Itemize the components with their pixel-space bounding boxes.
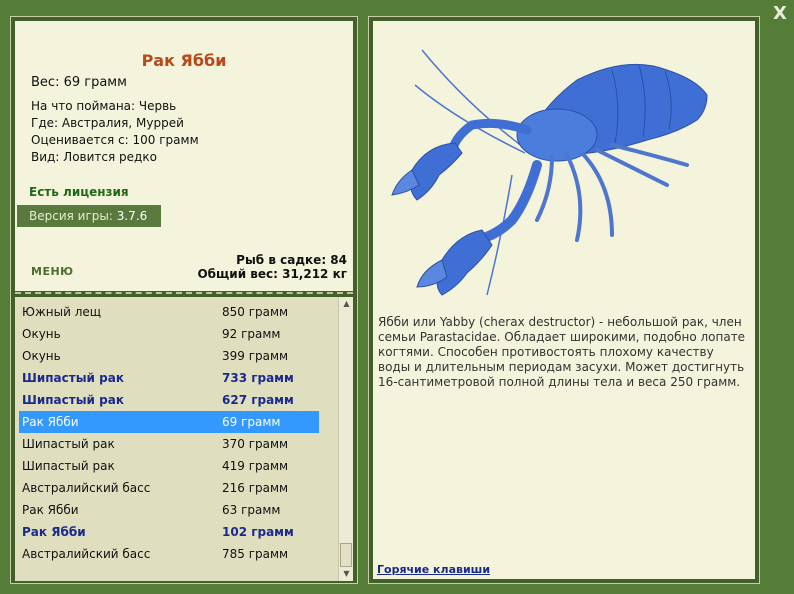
fish-count: Рыб в садке: 84 — [236, 253, 347, 267]
list-item[interactable]: Шипастый рак 370 грамм — [19, 433, 319, 455]
menu-button[interactable]: МЕНЮ — [31, 265, 74, 278]
list-item[interactable]: Австралийский басс 785 грамм — [19, 543, 319, 565]
section-divider — [15, 292, 353, 294]
fish-title: Рак Ябби — [141, 51, 227, 70]
list-item-name: Шипастый рак — [22, 393, 124, 407]
version-value: 3.7.6 — [116, 209, 148, 223]
list-item-weight: 627 грамм — [222, 393, 294, 407]
list-item-name: Рак Ябби — [22, 525, 86, 539]
list-item-name: Шипастый рак — [22, 459, 115, 473]
catch-bait: На что поймана: Червь — [31, 99, 177, 113]
list-item-name: Рак Ябби — [22, 415, 79, 429]
list-item[interactable]: Рак Ябби 69 грамм — [19, 411, 319, 433]
version-label: Версия игры: — [29, 209, 113, 223]
list-item-weight: 399 грамм — [222, 349, 289, 363]
scroll-down-arrow-icon[interactable]: ▼ — [339, 567, 353, 581]
scrollbar-thumb[interactable] — [340, 543, 352, 567]
list-item[interactable]: Южный лещ 850 грамм — [19, 301, 319, 323]
list-item-weight: 370 грамм — [222, 437, 289, 451]
list-item-weight: 69 грамм — [222, 415, 281, 429]
list-item-name: Окунь — [22, 349, 61, 363]
list-item-weight: 216 грамм — [222, 481, 289, 495]
fish-weight: Вес: 69 грамм — [31, 75, 127, 90]
blue-yabby-crayfish-image — [391, 49, 708, 296]
list-item[interactable]: Окунь 92 грамм — [19, 323, 319, 345]
keepnet-stats: Рыб в садке: 84 Общий вес: 31,212 кг — [197, 253, 347, 281]
list-item-name: Шипастый рак — [22, 437, 115, 451]
list-item-weight: 850 грамм — [222, 305, 289, 319]
total-weight: Общий вес: 31,212 кг — [197, 267, 347, 281]
list-item-weight: 733 грамм — [222, 371, 294, 385]
list-item-name: Рак Ябби — [22, 503, 79, 517]
list-item-name: Окунь — [22, 327, 61, 341]
list-item-name: Южный лещ — [22, 305, 102, 319]
license-status: Есть лицензия — [29, 185, 129, 199]
catch-value-threshold: Оценивается с: 100 грамм — [31, 133, 199, 147]
close-icon[interactable]: X — [773, 3, 787, 24]
list-item[interactable]: Окунь 399 грамм — [19, 345, 319, 367]
list-item[interactable]: Рак Ябби 63 грамм — [19, 499, 319, 521]
list-item[interactable]: Шипастый рак 627 грамм — [19, 389, 319, 411]
hotkeys-link[interactable]: Горячие клавиши — [377, 563, 490, 576]
game-version: Версия игры: 3.7.6 — [17, 205, 161, 227]
list-item-weight: 63 грамм — [222, 503, 281, 517]
scroll-up-arrow-icon[interactable]: ▲ — [339, 297, 353, 311]
species-description: Ябби или Yabby (cherax destructor) - неб… — [378, 315, 746, 389]
list-item-name: Австралийский басс — [22, 547, 151, 561]
fish-details: Рак Ябби Вес: 69 грамм На что поймана: Ч… — [15, 21, 353, 291]
list-item-weight: 785 грамм — [222, 547, 289, 561]
list-scrollbar[interactable]: ▲ ▼ — [338, 297, 353, 581]
list-item-weight: 419 грамм — [222, 459, 289, 473]
list-item[interactable]: Шипастый рак 733 грамм — [19, 367, 319, 389]
list-item-weight: 92 грамм — [222, 327, 281, 341]
list-item-name: Австралийский басс — [22, 481, 151, 495]
list-item-weight: 102 грамм — [222, 525, 294, 539]
close-button[interactable]: X — [770, 4, 790, 24]
fish-info-panel: Рак Ябби Вес: 69 грамм На что поймана: Ч… — [10, 16, 358, 584]
catch-list[interactable]: Южный лещ 850 грамм Окунь 92 грамм Окунь 399 … — [15, 297, 353, 581]
fish-description-panel: Ябби или Yabby (cherax destructor) - неб… — [368, 16, 760, 584]
description-area: Ябби или Yabby (cherax destructor) - неб… — [373, 21, 755, 579]
list-item[interactable]: Рак Ябби 102 грамм — [19, 521, 319, 543]
list-item-name: Шипастый рак — [22, 371, 124, 385]
list-item[interactable]: Австралийский басс 216 грамм — [19, 477, 319, 499]
list-item[interactable]: Шипастый рак 419 грамм — [19, 455, 319, 477]
species-rarity: Вид: Ловится редко — [31, 150, 157, 164]
catch-location: Где: Австралия, Муррей — [31, 116, 184, 130]
